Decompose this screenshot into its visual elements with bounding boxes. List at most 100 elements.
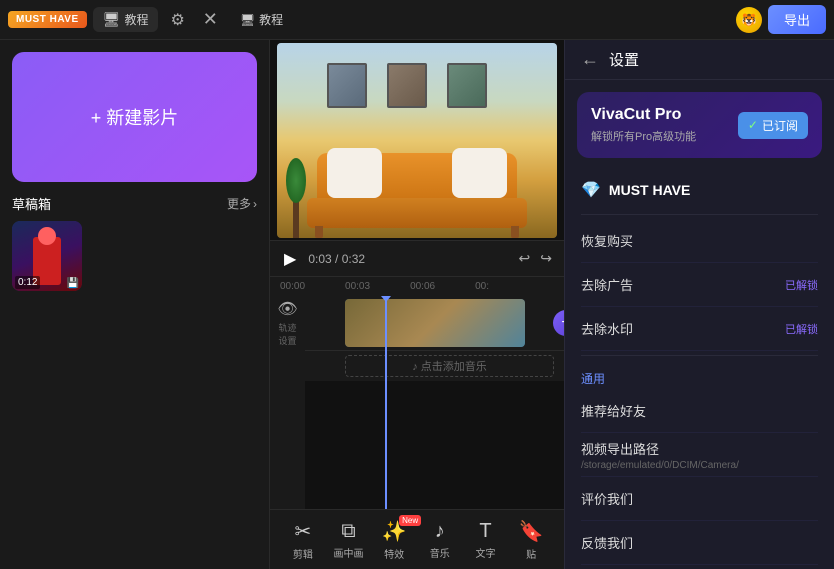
- remove-ads-item[interactable]: 去除广告 已解锁: [581, 263, 818, 307]
- tool-text[interactable]: T 文字: [464, 520, 506, 560]
- pro-info: VivaCut Pro 解锁所有Pro高级功能: [591, 106, 696, 144]
- rate-us-label: 评价我们: [581, 489, 633, 508]
- draft-title: 草稿箱: [12, 194, 51, 213]
- export-path-label: 视频导出路径: [581, 439, 739, 458]
- subscribed-button[interactable]: ✓ 已订阅: [738, 112, 808, 139]
- tab1-label: 教程: [124, 11, 148, 28]
- new-badge: New: [399, 515, 421, 526]
- timeline-ruler: 00:00 00:03 00:06 00:: [270, 276, 564, 296]
- remove-watermark-label: 去除水印: [581, 319, 633, 338]
- pro-subtitle: 解锁所有Pro高级功能: [591, 128, 696, 144]
- audio-track: ♪ 点击添加音乐: [305, 351, 564, 381]
- pro-name: VivaCut Pro: [591, 106, 696, 124]
- sofa-cushion1: [327, 148, 382, 198]
- diamond-icon: 💎: [581, 180, 601, 200]
- tab-tutorial-1[interactable]: 🖥 教程: [93, 7, 159, 32]
- remove-watermark-value: 已解锁: [785, 321, 818, 337]
- tracks-container: + ♪ 点击添加音乐: [305, 296, 564, 509]
- divider-2: [581, 355, 818, 356]
- restore-label: 恢复购买: [581, 231, 633, 250]
- draft-header: 草稿箱 更多 ›: [12, 194, 257, 213]
- list-item[interactable]: 0:12 💾: [12, 221, 82, 291]
- new-project-label: + 新建影片: [91, 104, 179, 130]
- back-button[interactable]: ←: [581, 49, 599, 70]
- settings-panel: ← 设置 VivaCut Pro 解锁所有Pro高级功能 ✓ 已订阅 💎 MUS…: [564, 40, 834, 569]
- tool-effects[interactable]: ✨ New 特效: [373, 519, 415, 561]
- track-settings-label: 轨迹设置: [278, 321, 296, 347]
- tool-sticker[interactable]: 🔖 贴: [510, 519, 552, 561]
- time-display: 0:03 / 0:32: [308, 252, 365, 266]
- redo-button[interactable]: ↪: [540, 250, 552, 267]
- tool-cut-label: 剪辑: [293, 546, 313, 561]
- track-settings-button[interactable]: 👁: [277, 300, 297, 319]
- gear-button[interactable]: ⚙: [164, 8, 190, 32]
- left-panel: + 新建影片 草稿箱 更多 ›: [0, 40, 270, 569]
- playhead-top: [381, 296, 391, 302]
- divider-1: [581, 214, 818, 215]
- ruler-marks: 00:00 00:03 00:06 00:: [280, 281, 489, 292]
- clip-thumbnail: [345, 299, 525, 347]
- video-track: +: [305, 296, 564, 351]
- must-have-label: MUST HAVE: [609, 182, 690, 198]
- preview-image: [277, 43, 557, 238]
- feedback-label: 反馈我们: [581, 533, 633, 552]
- monitor-icon-2: 🖥: [240, 13, 255, 27]
- draft-section: 草稿箱 更多 › 0:12 💾: [0, 194, 269, 569]
- save-icon: 💾: [67, 278, 79, 289]
- main-content: + 新建影片 草稿箱 更多 ›: [0, 40, 834, 569]
- must-have-item[interactable]: 💎 MUST HAVE: [581, 170, 818, 210]
- audio-placeholder[interactable]: ♪ 点击添加音乐: [345, 355, 554, 377]
- draft-grid: 0:12 💾: [12, 221, 257, 291]
- wall-picture-3: [447, 63, 487, 108]
- undo-button[interactable]: ↩: [519, 250, 531, 267]
- tool-text-label: 文字: [475, 545, 495, 560]
- recommend-item[interactable]: 推荐给好友: [581, 389, 818, 433]
- export-path-col: 视频导出路径 /storage/emulated/0/DCIM/Camera/: [581, 439, 739, 471]
- center-panel: ▶ 0:03 / 0:32 ↩ ↪ 00:00 00:03 00:06 00: …: [270, 40, 564, 569]
- settings-title: 设置: [609, 49, 639, 70]
- feedback-item[interactable]: 反馈我们: [581, 521, 818, 565]
- add-clip-button[interactable]: +: [553, 310, 564, 336]
- track-controls: 👁 轨迹设置: [270, 296, 305, 509]
- sticker-icon: 🔖: [519, 519, 544, 544]
- must-have-badge[interactable]: MUST HAVE: [8, 11, 87, 28]
- bottom-toolbar: ✂ 剪辑 ⧉ 画中画 ✨ New 特效 ♪ 音乐 T 文字 🔖 贴: [270, 509, 564, 569]
- sofa-scene: [277, 43, 557, 238]
- recommend-label: 推荐给好友: [581, 401, 646, 420]
- export-path-value: /storage/emulated/0/DCIM/Camera/: [581, 460, 739, 471]
- sofa-leg-right: [511, 226, 519, 238]
- more-button[interactable]: 更多 ›: [227, 195, 257, 212]
- monitor-icon: 🖥: [103, 11, 121, 28]
- export-path-item[interactable]: 视频导出路径 /storage/emulated/0/DCIM/Camera/: [581, 433, 818, 477]
- draft-duration: 0:12: [15, 276, 40, 289]
- pro-card[interactable]: VivaCut Pro 解锁所有Pro高级功能 ✓ 已订阅: [577, 92, 822, 158]
- checkmark-icon: ✓: [748, 118, 758, 132]
- tool-music-label: 音乐: [430, 545, 450, 560]
- scissors-icon: ✂: [294, 519, 311, 544]
- general-section-label: 通用: [581, 360, 818, 389]
- plant-icon: [285, 158, 307, 238]
- video-clip[interactable]: [345, 299, 525, 347]
- rate-us-item[interactable]: 评价我们: [581, 477, 818, 521]
- settings-header: ← 设置: [565, 40, 834, 80]
- tool-sticker-label: 贴: [526, 546, 536, 561]
- playhead[interactable]: [385, 296, 387, 509]
- play-button[interactable]: ▶: [282, 247, 298, 271]
- remove-watermark-item[interactable]: 去除水印 已解锁: [581, 307, 818, 351]
- tool-effects-label: 特效: [384, 546, 404, 561]
- wall-picture-1: [327, 63, 367, 108]
- timeline-controls: ▶ 0:03 / 0:32 ↩ ↪: [270, 240, 564, 276]
- tool-cut[interactable]: ✂ 剪辑: [282, 519, 324, 561]
- tab-tutorial-2[interactable]: 🖥 教程: [230, 7, 293, 32]
- top-bar: MUST HAVE 🖥 教程 ⚙ ✕ 🖥 教程 🐯 导出: [0, 0, 834, 40]
- new-project-card[interactable]: + 新建影片: [12, 52, 257, 182]
- restore-purchase-item[interactable]: 恢复购买: [581, 219, 818, 263]
- music-icon: ♪: [435, 520, 445, 543]
- close-button[interactable]: ✕: [197, 7, 224, 32]
- sofa-cushion2: [452, 148, 507, 198]
- preview-area: [270, 40, 564, 240]
- export-button[interactable]: 导出: [768, 5, 826, 34]
- remove-ads-label: 去除广告: [581, 275, 633, 294]
- tool-music[interactable]: ♪ 音乐: [419, 520, 461, 560]
- tool-pip[interactable]: ⧉ 画中画: [327, 520, 369, 560]
